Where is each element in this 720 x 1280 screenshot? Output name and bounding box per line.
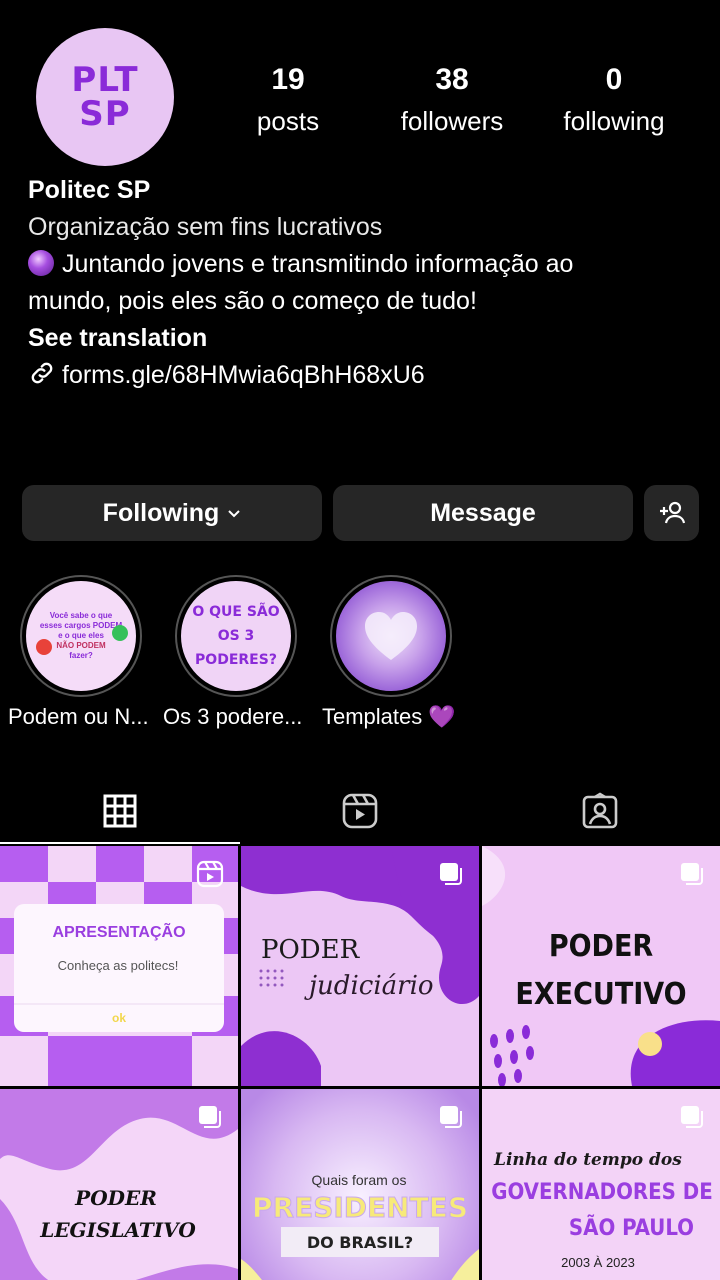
highlight-label: Os 3 podere... <box>163 704 303 729</box>
post-pretitle: Quais foram os <box>312 1172 407 1188</box>
post-title-2: SÃO PAULO <box>569 1215 694 1241</box>
carousel-icon <box>440 1106 462 1128</box>
avatar-text-line1: PLT <box>71 60 139 100</box>
posts-label: posts <box>256 106 320 136</box>
post-tile[interactable]: Linha do tempo dos GOVERNADORES DE SÃO P… <box>482 1089 720 1280</box>
add-person-icon <box>659 501 685 524</box>
bio-line2: mundo, pois eles são o começo de tudo! <box>28 287 477 315</box>
profile-link[interactable]: forms.gle/68HMwia6qBhH68xU6 <box>28 357 688 394</box>
carousel-icon <box>199 1106 221 1128</box>
grid-icon <box>103 794 137 828</box>
followers-label: followers <box>400 106 504 136</box>
highlight-art-text: PODERES? <box>195 652 277 668</box>
post-subtitle: DO BRASIL? <box>307 1233 413 1252</box>
post-title-2: LEGISLATIVO <box>39 1218 196 1242</box>
post-tile[interactable]: APRESENTAÇÃO Conheça as politecs! ok <box>0 846 238 1086</box>
post-title: PRESIDENTES <box>252 1191 468 1224</box>
following-button[interactable]: Following <box>22 485 322 541</box>
purple-heart-icon: 💜 <box>428 704 456 729</box>
reels-icon <box>342 793 378 829</box>
posts-count[interactable]: 19 posts <box>208 62 368 138</box>
profile-name: Politec SP <box>28 176 151 204</box>
followers-number: 38 <box>435 63 469 96</box>
carousel-icon <box>681 863 703 885</box>
followers-count[interactable]: 38 followers <box>372 62 532 138</box>
highlight-cover: Você sabe o que esses cargos PODEM e o q… <box>26 581 136 691</box>
message-button[interactable]: Message <box>333 485 633 541</box>
highlight-templates[interactable] <box>330 575 452 697</box>
post-title: PODER <box>549 929 654 964</box>
highlight-poderes[interactable]: O QUE SÃO OS 3 PODERES? <box>175 575 297 697</box>
carousel-icon <box>440 863 462 885</box>
post-title: PODER <box>261 935 361 965</box>
bio-text: Juntando jovens e transmitindo informaçã… <box>28 246 688 283</box>
active-tab-indicator <box>0 842 240 844</box>
chevron-down-icon <box>228 510 241 518</box>
profile-bio: Politec SP Organização sem fins lucrativ… <box>28 172 688 394</box>
profile-link-text: forms.gle/68HMwia6qBhH68xU6 <box>62 361 425 389</box>
highlight-ring <box>330 575 452 697</box>
tagged-person-icon <box>582 792 618 829</box>
carousel-icon <box>681 1106 703 1128</box>
message-button-label: Message <box>430 498 536 527</box>
posts-number: 19 <box>271 63 305 96</box>
tab-reels[interactable] <box>240 780 480 842</box>
post-subtitle: 2003 À 2023 <box>561 1255 635 1270</box>
highlight-label: Templates <box>322 704 423 729</box>
reel-icon <box>196 860 224 888</box>
highlight-podem[interactable]: Você sabe o que esses cargos PODEM e o q… <box>20 575 142 697</box>
post-pretitle: Linha do tempo dos <box>493 1150 682 1170</box>
see-translation-link[interactable]: See translation <box>28 320 688 357</box>
x-icon <box>36 639 52 655</box>
following-button-label: Following <box>102 498 220 527</box>
following-label: following <box>563 106 665 136</box>
avatar-text-line2: SP <box>79 94 131 134</box>
profile-stats: 19 posts 38 followers 0 following <box>200 62 700 142</box>
following-number: 0 <box>605 63 623 96</box>
highlight-cover: O QUE SÃO OS 3 PODERES? <box>181 581 291 691</box>
tab-posts-grid[interactable] <box>0 780 240 842</box>
highlight-art-text: Você sabe o que <box>49 611 113 620</box>
add-friend-button[interactable] <box>644 485 699 541</box>
post-tile[interactable]: PODER LEGISLATIVO <box>0 1089 238 1280</box>
post-tile[interactable]: PODER EXECUTIVO <box>482 846 720 1086</box>
post-title: APRESENTAÇÃO <box>52 921 185 941</box>
profile-avatar[interactable]: PLT SP <box>36 28 174 166</box>
tab-tagged[interactable] <box>480 780 720 842</box>
post-ok-text: ok <box>112 1011 126 1025</box>
highlight-ring: Você sabe o que esses cargos PODEM e o q… <box>20 575 142 697</box>
following-count[interactable]: 0 following <box>534 62 694 138</box>
profile-category: Organização sem fins lucrativos <box>28 213 383 241</box>
highlight-art-text: O QUE SÃO <box>192 604 280 620</box>
post-title: GOVERNADORES DE <box>491 1180 713 1205</box>
post-title: PODER <box>74 1186 157 1210</box>
post-title-2: EXECUTIVO <box>515 977 686 1012</box>
highlight-cover <box>336 581 446 691</box>
heart-icon <box>365 612 417 660</box>
highlight-label: Podem ou N... <box>8 704 149 729</box>
bio-line1: Juntando jovens e transmitindo informaçã… <box>62 250 574 278</box>
post-script-text: judiciário <box>304 971 434 1001</box>
check-icon <box>112 625 128 641</box>
post-subtitle: Conheça as politecs! <box>58 958 179 973</box>
post-tile[interactable]: PODER judiciário <box>241 846 479 1086</box>
crystal-ball-icon <box>28 250 54 276</box>
highlight-ring: O QUE SÃO OS 3 PODERES? <box>175 575 297 697</box>
link-icon <box>31 362 53 384</box>
highlight-label-templates: Templates 💜 <box>322 702 456 732</box>
post-tile[interactable]: Quais foram os PRESIDENTES DO BRASIL? <box>241 1089 479 1280</box>
highlight-art-text: OS 3 <box>217 628 255 644</box>
